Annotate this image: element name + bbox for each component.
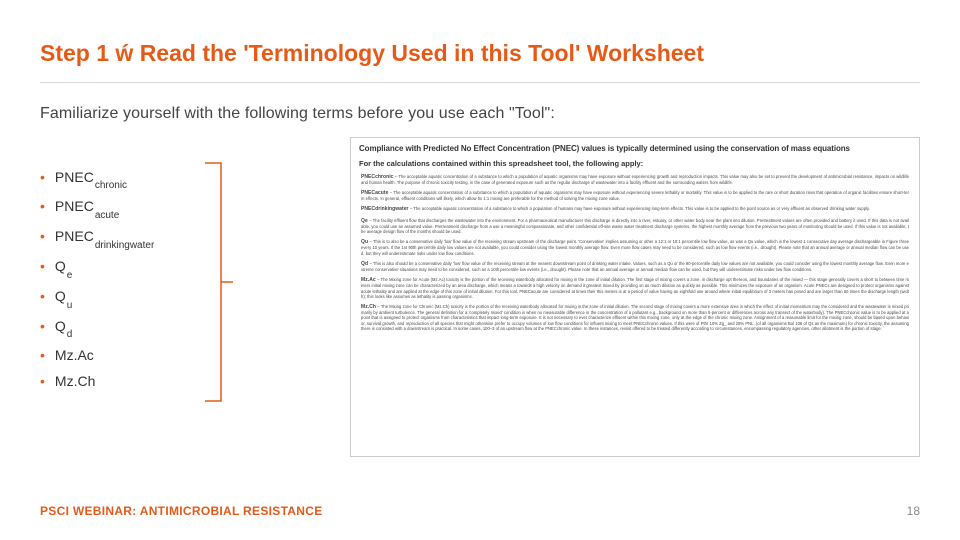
bullet-icon: • [40, 229, 45, 243]
term-item: • PNECchronic [40, 169, 230, 189]
doc-paragraph: Mz.Ac – The Mixing zone for Acute (Mz.Ac… [351, 275, 919, 302]
term-label: Qe [55, 258, 72, 278]
doc-term-label: Mz.Ac [361, 277, 377, 283]
doc-paragraph: Qe – The facility effluent flow that dis… [351, 216, 919, 238]
terms-list: • PNECchronic • PNECacute • PNECdrinkingwater… [40, 159, 230, 400]
slide-title: Step 1 ẃ Read the 'Terminology Used in t… [40, 40, 920, 83]
term-subscript: e [67, 270, 73, 281]
content-area: • PNECchronic • PNECacute • PNECdrinkingwater… [40, 137, 920, 457]
term-item: • Qu [40, 288, 230, 308]
term-item: • Mz.Ch [40, 373, 230, 389]
term-label: Mz.Ac [55, 347, 94, 363]
doc-term-label: PNECacute [361, 190, 390, 196]
term-subscript: drinkingwater [95, 240, 154, 251]
doc-paragraph: Qd – This is also should be a conservati… [351, 259, 919, 275]
term-label: PNECacute [55, 198, 119, 218]
term-item: • Qd [40, 318, 230, 338]
term-subscript: d [67, 329, 73, 340]
term-subscript: chronic [95, 180, 127, 191]
doc-term-label: Qd [361, 261, 370, 267]
term-item: • Qe [40, 258, 230, 278]
doc-subheading: For the calculations contained within th… [351, 155, 919, 172]
term-item: • PNECdrinkingwater [40, 228, 230, 248]
term-item: • PNECacute [40, 198, 230, 218]
doc-term-label: Qu [361, 239, 370, 245]
bracket-connector [205, 157, 233, 407]
doc-term-label: PNECchronic [361, 174, 395, 180]
doc-paragraph: PNECdrinkingwater – The acceptable aquat… [351, 204, 919, 215]
term-label: Qd [55, 318, 72, 338]
doc-term-label: Mz.Ch [361, 304, 377, 310]
doc-term-label: PNECdrinkingwater [361, 206, 410, 212]
doc-paragraph: PNECacute – The acceptable aquatic conce… [351, 188, 919, 204]
bullet-icon: • [40, 374, 45, 388]
bracket-icon [205, 157, 233, 407]
slide: Step 1 ẃ Read the 'Terminology Used in t… [0, 0, 960, 540]
doc-paragraph: Qu – This is to also be a conservative d… [351, 237, 919, 259]
bullet-icon: • [40, 170, 45, 184]
doc-paragraph: Mz.Ch – The Mixing zone for Chronic (Mz.… [351, 302, 919, 334]
doc-body: PNECchronic – The acceptable aquatic con… [351, 172, 919, 334]
term-subscript: acute [95, 210, 119, 221]
doc-heading: Compliance with Predicted No Effect Conc… [351, 138, 919, 155]
bullet-icon: • [40, 259, 45, 273]
term-tail: Ac [77, 347, 93, 363]
bullet-icon: • [40, 199, 45, 213]
footer: PSCI WEBINAR: ANTIMICROBIAL RESISTANCE 1… [40, 504, 920, 518]
term-label: Qu [55, 288, 72, 308]
term-item: • Mz.Ac [40, 347, 230, 363]
intro-text: Familiarize yourself with the following … [40, 105, 920, 123]
bullet-icon: • [40, 319, 45, 333]
document-preview: Compliance with Predicted No Effect Conc… [350, 137, 920, 457]
term-subscript: u [67, 300, 73, 311]
term-label: PNECchronic [55, 169, 127, 189]
term-label: Mz.Ch [55, 373, 95, 389]
doc-paragraph: PNECchronic – The acceptable aquatic con… [351, 172, 919, 188]
page-number: 18 [907, 504, 920, 518]
doc-term-label: Qe [361, 218, 369, 224]
footer-left: PSCI WEBINAR: ANTIMICROBIAL RESISTANCE [40, 504, 323, 518]
term-tail: Ch [77, 373, 95, 389]
bullet-icon: • [40, 348, 45, 362]
bullet-icon: • [40, 289, 45, 303]
term-label: PNECdrinkingwater [55, 228, 154, 248]
